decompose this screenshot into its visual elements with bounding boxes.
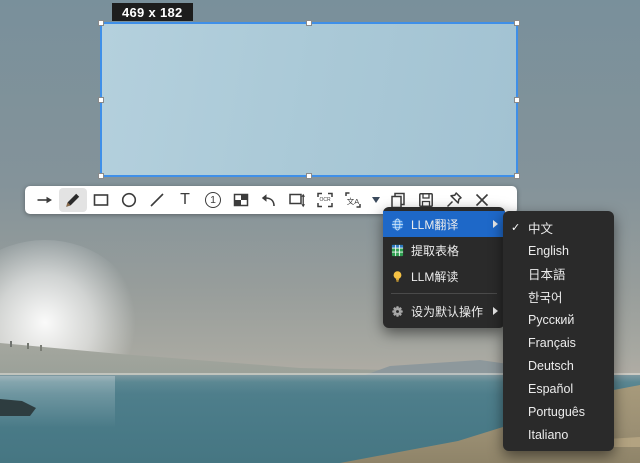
capture-selection[interactable] bbox=[100, 22, 518, 177]
resize-handle-top-left[interactable] bbox=[98, 20, 104, 26]
language-label: Русский bbox=[528, 313, 574, 327]
table-icon bbox=[390, 243, 404, 257]
ocr-button[interactable]: OCR bbox=[311, 188, 339, 212]
menu-item-set-default-action[interactable]: 设为默认操作 bbox=[383, 298, 505, 324]
undo-button[interactable] bbox=[255, 188, 283, 212]
resize-handle-bottom-middle[interactable] bbox=[306, 173, 312, 179]
language-item-italian[interactable]: Italiano bbox=[503, 423, 614, 446]
ellipse-tool[interactable] bbox=[115, 188, 143, 212]
language-item-korean[interactable]: 한국어 bbox=[503, 285, 614, 308]
menu-item-label: 设为默认操作 bbox=[411, 303, 484, 320]
resize-handle-bottom-right[interactable] bbox=[514, 173, 520, 179]
language-item-french[interactable]: Français bbox=[503, 331, 614, 354]
language-submenu: ✓ 中文 English 日本語 한국어 Русский Français De… bbox=[503, 211, 614, 451]
language-label: Español bbox=[528, 382, 573, 396]
language-item-japanese[interactable]: 日本語 bbox=[503, 262, 614, 285]
resize-handle-middle-left[interactable] bbox=[98, 97, 104, 103]
rectangle-tool[interactable] bbox=[87, 188, 115, 212]
menu-item-extract-table[interactable]: 提取表格 bbox=[383, 237, 505, 263]
mosaic-icon bbox=[231, 190, 251, 210]
llm-context-menu: LLM翻译 提取表格 bbox=[383, 207, 505, 328]
submenu-arrow-icon bbox=[493, 220, 498, 228]
chevron-down-icon bbox=[372, 197, 380, 203]
ellipse-icon bbox=[119, 190, 139, 210]
text-tool[interactable]: T bbox=[171, 188, 199, 212]
language-label: 한국어 bbox=[528, 287, 563, 306]
pencil-tool[interactable] bbox=[59, 188, 87, 212]
menu-separator bbox=[391, 293, 497, 294]
number-badge-tool[interactable]: 1 bbox=[199, 188, 227, 212]
language-item-german[interactable]: Deutsch bbox=[503, 354, 614, 377]
submenu-arrow-icon bbox=[493, 307, 498, 315]
language-item-english[interactable]: English bbox=[503, 239, 614, 262]
resize-handle-top-middle[interactable] bbox=[306, 20, 312, 26]
arrow-tool[interactable] bbox=[31, 188, 59, 212]
language-item-russian[interactable]: Русский bbox=[503, 308, 614, 331]
text-tool-icon: T bbox=[180, 192, 190, 208]
menu-item-label: LLM翻译 bbox=[411, 216, 484, 233]
language-item-spanish[interactable]: Español bbox=[503, 377, 614, 400]
menu-item-llm-interpret[interactable]: LLM解读 bbox=[383, 263, 505, 289]
ocr-icon: OCR bbox=[315, 190, 335, 210]
line-icon bbox=[147, 190, 167, 210]
translate-button[interactable]: 文A bbox=[339, 188, 367, 212]
language-item-chinese[interactable]: ✓ 中文 bbox=[503, 216, 614, 239]
language-label: Deutsch bbox=[528, 359, 574, 373]
selection-size-badge: 469 x 182 bbox=[112, 3, 193, 21]
language-label: English bbox=[528, 244, 569, 258]
language-label: 中文 bbox=[528, 218, 553, 237]
arrow-icon bbox=[35, 190, 55, 210]
translate-icon: 文A bbox=[343, 190, 363, 210]
gear-icon bbox=[390, 304, 404, 318]
globe-icon bbox=[390, 217, 404, 231]
menu-item-llm-translate[interactable]: LLM翻译 bbox=[383, 211, 505, 237]
llm-dropdown-button[interactable] bbox=[367, 188, 384, 212]
undo-icon bbox=[259, 190, 279, 210]
distant-structures bbox=[10, 341, 12, 347]
rectangle-icon bbox=[91, 190, 111, 210]
pencil-icon bbox=[63, 190, 83, 210]
language-item-portuguese[interactable]: Português bbox=[503, 400, 614, 423]
mosaic-tool[interactable] bbox=[227, 188, 255, 212]
resize-handle-middle-right[interactable] bbox=[514, 97, 520, 103]
screenshot-annotation-app: 469 x 182 bbox=[0, 0, 640, 463]
menu-item-label: 提取表格 bbox=[411, 242, 498, 259]
resize-handle-bottom-left[interactable] bbox=[98, 173, 104, 179]
language-label: 日本語 bbox=[528, 264, 566, 283]
check-icon: ✓ bbox=[511, 221, 528, 234]
language-label: Français bbox=[528, 336, 576, 350]
scroll-capture-button[interactable] bbox=[283, 188, 311, 212]
menu-item-label: LLM解读 bbox=[411, 268, 498, 285]
number-badge-icon: 1 bbox=[205, 192, 221, 208]
line-tool[interactable] bbox=[143, 188, 171, 212]
scroll-capture-icon bbox=[287, 190, 307, 210]
language-label: Italiano bbox=[528, 428, 568, 442]
resize-handle-top-right[interactable] bbox=[514, 20, 520, 26]
language-label: Português bbox=[528, 405, 585, 419]
bulb-icon bbox=[390, 269, 404, 283]
